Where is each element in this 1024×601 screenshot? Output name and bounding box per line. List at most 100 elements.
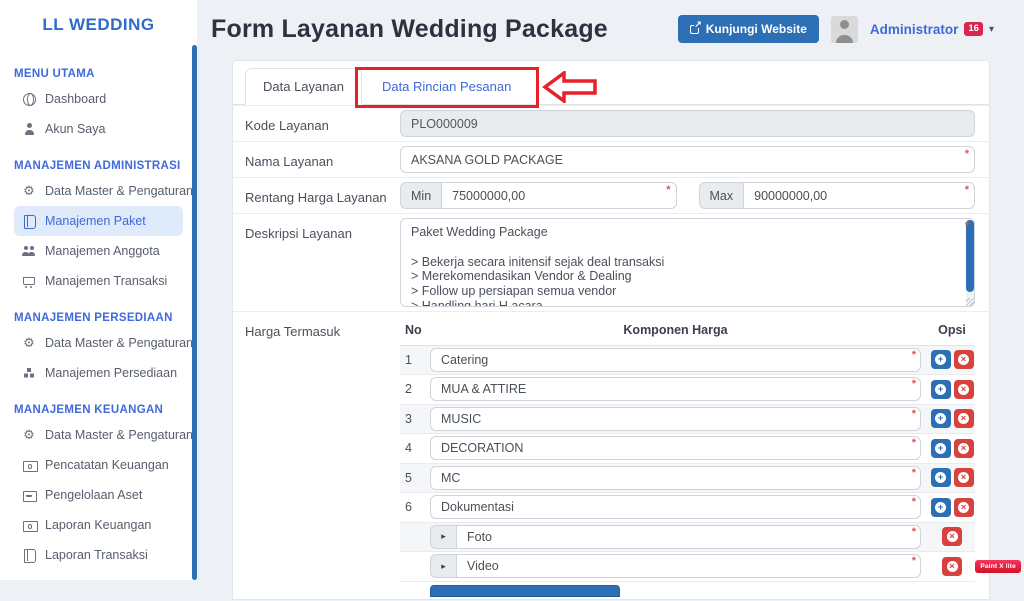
caret-right-icon[interactable]: ▸ <box>430 554 456 578</box>
plus-circle-icon: + <box>935 443 946 454</box>
table-row: 4 * + × <box>400 434 975 464</box>
close-circle-icon: × <box>958 413 969 424</box>
row-rentang-harga: Rentang Harga Layanan Min * Max * <box>233 177 989 213</box>
deskripsi-textarea[interactable]: Paket Wedding Package > Bekerja secara i… <box>400 218 975 307</box>
komponen-field[interactable] <box>430 377 921 401</box>
close-circle-icon: × <box>947 561 958 572</box>
cart-icon <box>22 274 36 288</box>
sidebar-item-manajemen-paket[interactable]: Manajemen Paket <box>14 206 183 236</box>
sidebar-item-data-master-persediaan[interactable]: ⚙ Data Master & Pengaturan <box>14 328 183 358</box>
deskripsi-label: Deskripsi Layanan <box>245 218 400 241</box>
komponen-field[interactable] <box>430 348 921 372</box>
visit-website-button[interactable]: ↗ Kunjungi Website <box>678 15 819 43</box>
sidebar-item-dashboard[interactable]: Dashboard <box>14 84 183 114</box>
remove-component-button[interactable]: × <box>954 380 974 399</box>
resize-handle[interactable] <box>966 298 974 306</box>
add-subcomponent-button[interactable]: + <box>931 409 951 428</box>
page-title: Form Layanan Wedding Package <box>211 15 666 44</box>
sidebar-item-akun-saya[interactable]: Akun Saya <box>14 114 183 144</box>
subkomponen-field[interactable] <box>456 525 921 549</box>
submit-button-clipped[interactable] <box>430 585 620 597</box>
remove-component-button[interactable]: × <box>954 498 974 517</box>
sidebar-item-manajemen-transaksi[interactable]: Manajemen Transaksi <box>14 266 183 296</box>
komponen-field[interactable] <box>430 466 921 490</box>
plus-circle-icon: + <box>935 502 946 513</box>
remove-component-button[interactable]: × <box>954 350 974 369</box>
money-icon <box>22 458 36 472</box>
komponen-field[interactable] <box>430 407 921 431</box>
required-mark: * <box>912 437 916 449</box>
remove-component-button[interactable]: × <box>954 439 974 458</box>
komponen-field[interactable] <box>430 436 921 460</box>
row-deskripsi: Deskripsi Layanan Paket Wedding Package … <box>233 213 989 311</box>
add-subcomponent-button[interactable]: + <box>931 439 951 458</box>
required-mark: * <box>965 184 969 196</box>
user-icon <box>22 122 36 136</box>
gears-icon: ⚙ <box>22 184 36 198</box>
plus-circle-icon: + <box>935 472 946 483</box>
col-no: No <box>400 323 430 337</box>
section-menu-utama: MENU UTAMA <box>14 68 183 80</box>
page-header: Form Layanan Wedding Package ↗ Kunjungi … <box>197 0 1024 58</box>
required-mark: * <box>912 526 916 538</box>
sidebar-scrollbar[interactable] <box>192 45 197 580</box>
required-mark: * <box>666 184 670 196</box>
remove-subcomponent-button[interactable]: × <box>942 557 962 576</box>
remove-component-button[interactable]: × <box>954 409 974 428</box>
add-subcomponent-button[interactable]: + <box>931 498 951 517</box>
remove-component-button[interactable]: × <box>954 468 974 487</box>
sidebar: LL WEDDING MENU UTAMA Dashboard Akun Say… <box>0 0 197 580</box>
sidebar-item-manajemen-persediaan[interactable]: Manajemen Persediaan <box>14 358 183 388</box>
sidebar-item-data-master-administrasi[interactable]: ⚙ Data Master & Pengaturan <box>14 176 183 206</box>
required-mark: * <box>912 408 916 420</box>
annotation-left-arrow <box>542 71 598 103</box>
add-subcomponent-button[interactable]: + <box>931 380 951 399</box>
table-header: No Komponen Harga Opsi <box>400 316 975 346</box>
required-mark: * <box>912 349 916 361</box>
komponen-field[interactable] <box>430 495 921 519</box>
section-manajemen-administrasi: MANAJEMEN ADMINISTRASI <box>14 160 183 172</box>
close-circle-icon: × <box>958 384 969 395</box>
min-price-field[interactable] <box>441 182 676 209</box>
row-harga-termasuk: Harga Termasuk No Komponen Harga Opsi 1 … <box>233 311 989 601</box>
tab-data-layanan[interactable]: Data Layanan <box>245 68 362 105</box>
remove-subcomponent-button[interactable]: × <box>942 527 962 546</box>
sidebar-item-data-master-keuangan[interactable]: ⚙ Data Master & Pengaturan <box>14 420 183 450</box>
table-row: 1 * + × <box>400 346 975 376</box>
table-row: 3 * + × <box>400 405 975 435</box>
sidebar-item-laporan-transaksi[interactable]: Laporan Transaksi <box>14 540 183 570</box>
chevron-down-icon: ▾ <box>989 24 994 35</box>
add-subcomponent-button[interactable]: + <box>931 468 951 487</box>
brand-logo[interactable]: LL WEDDING <box>0 0 197 50</box>
required-mark: * <box>912 378 916 390</box>
table-subrow: ▸ * × <box>400 523 975 553</box>
max-price-field[interactable] <box>743 182 975 209</box>
tab-data-rincian-pesanan[interactable]: Data Rincian Pesanan <box>365 69 528 104</box>
sidebar-item-pengelolaan-aset[interactable]: Pengelolaan Aset <box>14 480 183 510</box>
form-card: Data Layanan Data Rincian Pesanan Kode L… <box>232 60 990 600</box>
sidebar-item-laporan-keuangan[interactable]: Laporan Keuangan <box>14 510 183 540</box>
sidebar-item-pencatatan-keuangan[interactable]: Pencatatan Keuangan <box>14 450 183 480</box>
sidebar-item-manajemen-anggota[interactable]: Manajemen Anggota <box>14 236 183 266</box>
textarea-scrollbar-track[interactable] <box>966 219 974 306</box>
avatar <box>831 16 858 43</box>
caret-right-icon[interactable]: ▸ <box>430 525 456 549</box>
subkomponen-field[interactable] <box>456 554 921 578</box>
user-name: Administrator <box>870 22 959 37</box>
kode-layanan-label: Kode Layanan <box>245 110 400 133</box>
nama-layanan-field[interactable] <box>400 146 975 173</box>
external-link-icon: ↗ <box>690 25 699 34</box>
close-circle-icon: × <box>947 531 958 542</box>
tab-bar: Data Layanan Data Rincian Pesanan <box>233 61 989 105</box>
required-mark: * <box>965 220 969 232</box>
nama-layanan-label: Nama Layanan <box>245 146 400 169</box>
required-mark: * <box>912 555 916 567</box>
gears-icon: ⚙ <box>22 336 36 350</box>
boxes-icon <box>22 366 36 380</box>
user-menu[interactable]: Administrator 16 ▾ <box>870 22 994 37</box>
row-kode-layanan: Kode Layanan <box>233 105 989 141</box>
main-content: Form Layanan Wedding Package ↗ Kunjungi … <box>197 0 1024 580</box>
add-subcomponent-button[interactable]: + <box>931 350 951 369</box>
col-komponen: Komponen Harga <box>430 323 921 337</box>
close-circle-icon: × <box>958 472 969 483</box>
